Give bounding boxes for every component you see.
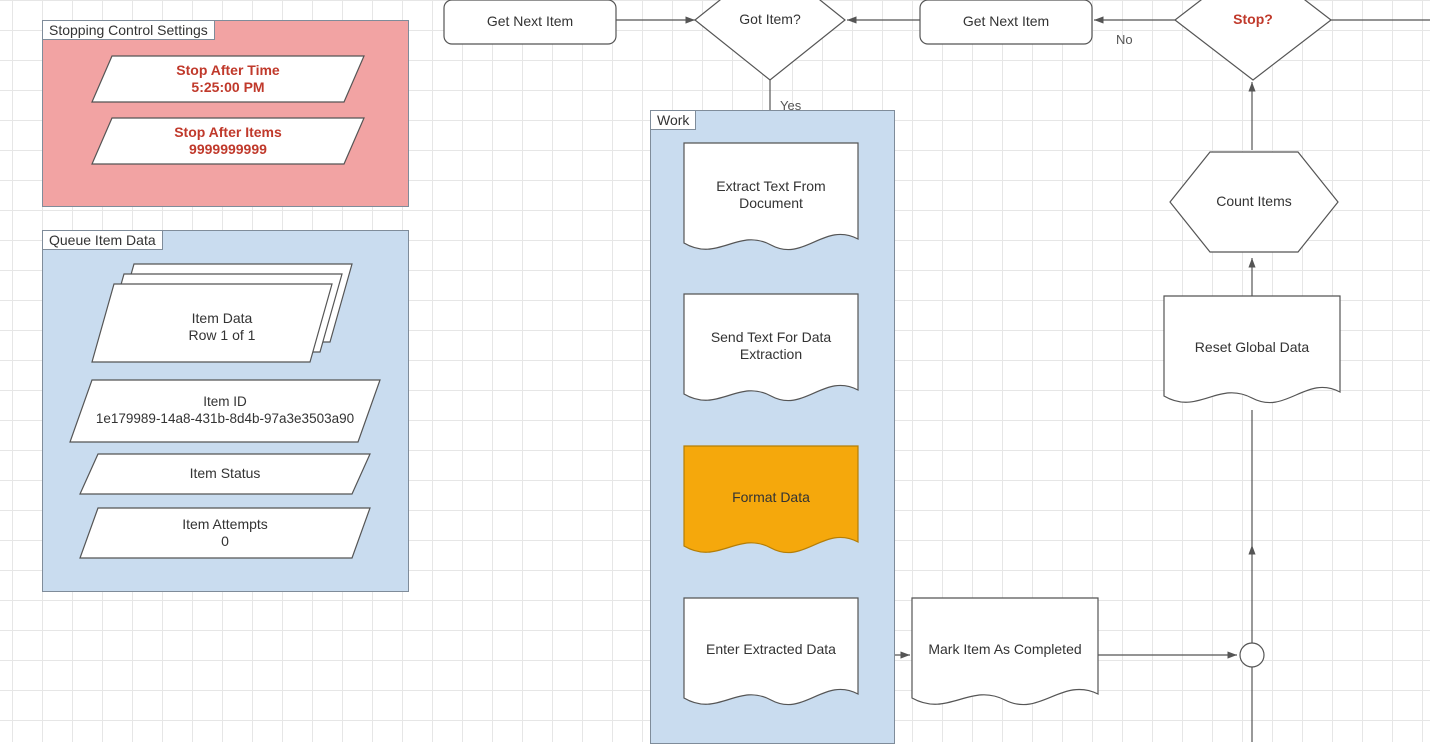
send-text[interactable]: Send Text For Data Extraction (684, 294, 858, 408)
stopping-control-title: Stopping Control Settings (42, 20, 215, 40)
stop-after-time[interactable]: Stop After Time 5:25:00 PM (92, 56, 364, 102)
mark-completed[interactable]: Mark Item As Completed (912, 598, 1098, 712)
stop-decision[interactable]: Stop? (1175, 0, 1331, 80)
count-items[interactable]: Count Items (1170, 152, 1338, 252)
item-data[interactable]: Item Data Row 1 of 1 (92, 264, 352, 364)
item-status[interactable]: Item Status (80, 454, 370, 494)
stop-after-items[interactable]: Stop After Items 9999999999 (92, 118, 364, 164)
stopping-control-region[interactable]: Stopping Control Settings (42, 20, 409, 207)
item-attempts[interactable]: Item Attempts 0 (80, 508, 370, 558)
item-id[interactable]: Item ID 1e179989-14a8-431b-8d4b-97a3e350… (70, 380, 380, 442)
no-label: No (1116, 32, 1133, 47)
extract-text[interactable]: Extract Text From Document (684, 143, 858, 257)
get-next-item-right[interactable]: Get Next Item (920, 0, 1092, 44)
work-title: Work (650, 110, 696, 130)
queue-item-data-title: Queue Item Data (42, 230, 163, 250)
enter-extracted[interactable]: Enter Extracted Data (684, 598, 858, 712)
reset-global-data[interactable]: Reset Global Data (1164, 296, 1340, 410)
format-data[interactable]: Format Data (684, 446, 858, 560)
got-item-decision[interactable]: Got Item? (695, 0, 845, 80)
get-next-item-left[interactable]: Get Next Item (444, 0, 616, 44)
